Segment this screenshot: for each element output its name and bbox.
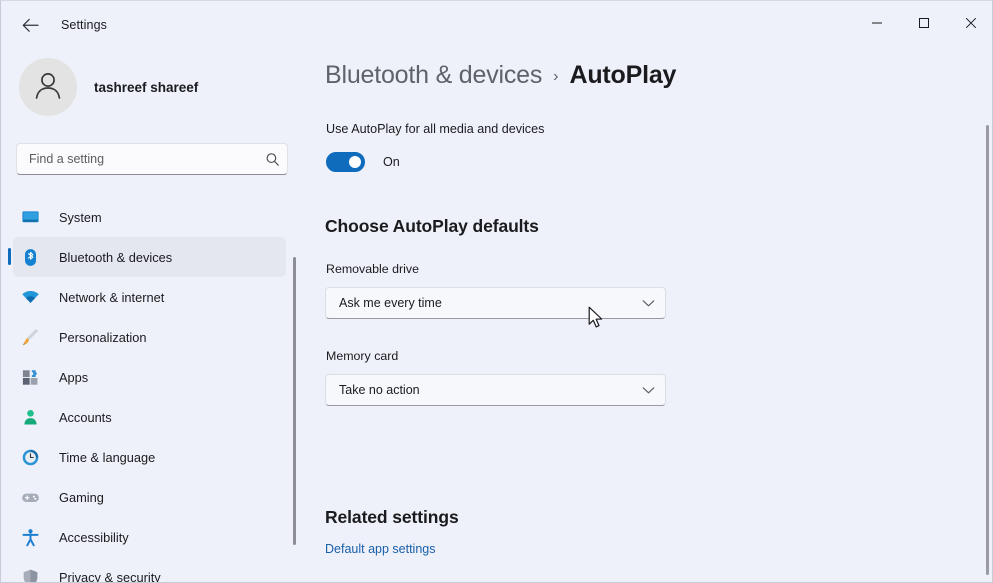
- memory-card-dropdown[interactable]: Take no action: [325, 374, 666, 406]
- user-profile[interactable]: tashreef shareef: [19, 58, 298, 116]
- content-scrollbar[interactable]: [986, 125, 989, 575]
- maximize-icon: [918, 16, 930, 34]
- breadcrumb-separator-icon: ›: [553, 68, 559, 85]
- sidebar-item-label: Accounts: [59, 409, 112, 425]
- paintbrush-icon: [13, 328, 47, 347]
- window-controls: [853, 1, 992, 49]
- gamepad-icon: [13, 488, 47, 507]
- search-icon: [257, 152, 287, 167]
- person-icon: [13, 408, 47, 427]
- sidebar-item-personalization[interactable]: Personalization: [13, 317, 286, 357]
- breadcrumb: Bluetooth & devices › AutoPlay: [325, 61, 676, 90]
- title-bar: Settings: [1, 1, 992, 49]
- search-input[interactable]: [17, 152, 257, 166]
- sidebar-item-label: Accessibility: [59, 529, 129, 545]
- person-avatar-icon: [31, 68, 65, 107]
- defaults-heading: Choose AutoPlay defaults: [325, 216, 539, 236]
- minimize-button[interactable]: [853, 1, 900, 49]
- removable-drive-dropdown[interactable]: Ask me every time: [325, 287, 666, 319]
- chevron-down-icon: [631, 299, 665, 308]
- clock-icon: [13, 448, 47, 467]
- sidebar-item-apps[interactable]: Apps: [13, 357, 286, 397]
- sidebar-item-accounts[interactable]: Accounts: [13, 397, 286, 437]
- memory-card-label: Memory card: [326, 349, 399, 363]
- content-pane: Bluetooth & devices › AutoPlay Use AutoP…: [298, 49, 992, 582]
- maximize-button[interactable]: [900, 1, 947, 49]
- sidebar-item-label: Network & internet: [59, 289, 165, 305]
- chevron-down-icon: [631, 386, 665, 395]
- wifi-icon: [13, 288, 47, 307]
- sidebar-item-network-internet[interactable]: Network & internet: [13, 277, 286, 317]
- minimize-icon: [871, 16, 883, 34]
- memory-card-value: Take no action: [339, 383, 420, 397]
- sidebar-item-time-language[interactable]: Time & language: [13, 437, 286, 477]
- removable-drive-label: Removable drive: [326, 262, 419, 276]
- sidebar-item-privacy-security[interactable]: Privacy & security: [13, 557, 286, 583]
- toggle-state-text: On: [383, 155, 400, 169]
- toggle-knob: [349, 156, 361, 168]
- avatar: [19, 58, 77, 116]
- autoplay-toggle[interactable]: [326, 152, 365, 172]
- back-arrow-icon: [22, 18, 39, 33]
- sidebar-item-label: Gaming: [59, 489, 104, 505]
- monitor-icon: [13, 208, 47, 227]
- apps-grid-icon: [13, 368, 47, 387]
- sidebar-item-label: Personalization: [59, 329, 147, 345]
- removable-drive-value: Ask me every time: [339, 296, 442, 310]
- sidebar-item-accessibility[interactable]: Accessibility: [13, 517, 286, 557]
- page-title: AutoPlay: [569, 61, 677, 89]
- back-button[interactable]: [13, 10, 47, 40]
- profile-name: tashreef shareef: [94, 79, 199, 95]
- settings-window: Settings tashreef shareef Find a setting…: [0, 0, 993, 583]
- accessibility-icon: [13, 528, 47, 547]
- sidebar-item-label: Apps: [59, 369, 89, 385]
- sidebar-item-gaming[interactable]: Gaming: [13, 477, 286, 517]
- sidebar-item-label: Bluetooth & devices: [59, 249, 173, 265]
- related-settings-heading: Related settings: [325, 507, 459, 527]
- sidebar-item-system[interactable]: System: [13, 197, 286, 237]
- sidebar-item-label: Privacy & security: [59, 569, 161, 583]
- master-toggle-label: Use AutoPlay for all media and devices: [326, 122, 545, 136]
- bluetooth-icon: [13, 248, 47, 267]
- master-toggle-row: On: [326, 152, 400, 172]
- sidebar-item-bluetooth-devices[interactable]: Bluetooth & devices: [8, 237, 286, 277]
- app-title: Settings: [61, 18, 107, 32]
- close-button[interactable]: [947, 1, 992, 49]
- shield-icon: [13, 568, 47, 582]
- breadcrumb-parent[interactable]: Bluetooth & devices: [325, 61, 542, 90]
- sidebar: tashreef shareef Syste: [1, 49, 298, 583]
- sidebar-item-label: Time & language: [59, 449, 156, 465]
- sidebar-scrollbar[interactable]: [293, 257, 296, 545]
- default-app-settings-link[interactable]: Default app settings: [325, 542, 436, 556]
- sidebar-item-label: System: [59, 209, 102, 225]
- close-icon: [965, 16, 977, 34]
- sidebar-nav: System Bluetooth & devices Network & int…: [1, 197, 298, 583]
- search-box[interactable]: [16, 143, 288, 175]
